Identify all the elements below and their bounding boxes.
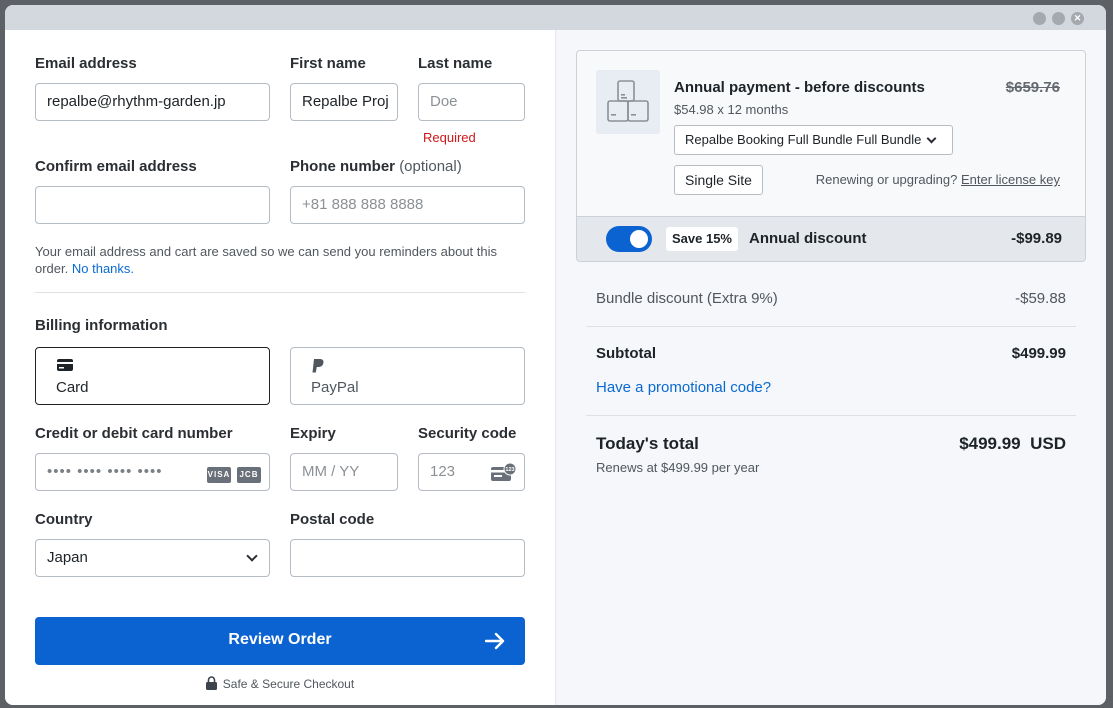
postal-code-label: Postal code: [290, 511, 375, 528]
total-amount-value: $499.99: [959, 434, 1021, 453]
annual-discount-row: Save 15% Annual discount -$99.89: [577, 216, 1085, 261]
phone-field[interactable]: +81 888 888 8888: [290, 186, 525, 224]
lock-icon: [205, 676, 217, 690]
secure-checkout-text: Safe & Secure Checkout: [222, 677, 355, 691]
visa-icon: VISA: [207, 467, 231, 483]
card-number-placeholder: •••• •••• •••• ••••: [47, 463, 163, 480]
original-price: $659.76: [1005, 79, 1060, 96]
email-field[interactable]: repalbe@rhythm-garden.jp: [35, 83, 270, 121]
total-amount: $499.99 USD: [959, 434, 1066, 454]
save-badge: Save 15%: [666, 227, 738, 251]
expiry-label: Expiry: [290, 425, 336, 442]
subtotal-amount: $499.99: [1011, 345, 1066, 362]
bundle-select[interactable]: Repalbe Booking Full Bundle Full Bundle: [674, 125, 953, 155]
svg-text:123: 123: [505, 467, 514, 473]
subtotal-label: Subtotal: [596, 345, 656, 362]
checkout-form: Email address repalbe@rhythm-garden.jp F…: [5, 30, 555, 705]
summary-divider: [586, 326, 1076, 327]
chevron-down-icon: [246, 550, 258, 562]
license-type-button[interactable]: Single Site: [674, 165, 763, 195]
bundle-select-value: Repalbe Booking Full Bundle Full Bundle: [685, 132, 922, 147]
no-thanks-link[interactable]: No thanks.: [72, 261, 134, 276]
paypal-icon: [312, 359, 324, 373]
order-summary: Annual payment - before discounts $659.7…: [555, 30, 1106, 705]
renew-text: Renewing or upgrading?: [815, 172, 958, 187]
phone-optional-text: (optional): [399, 158, 462, 175]
chevron-down-icon: [926, 133, 937, 144]
arrow-right-icon: [485, 632, 505, 650]
last-name-label: Last name: [418, 55, 493, 72]
credit-card-icon: [57, 359, 73, 371]
jcb-icon: JCB: [237, 467, 261, 483]
checkout-window: ✕ Email address repalbe@rhythm-garden.jp…: [5, 5, 1106, 705]
card-number-label: Credit or debit card number: [35, 425, 233, 442]
total-label: Today's total: [596, 434, 699, 453]
payment-method-card[interactable]: Card: [35, 347, 270, 405]
payment-method-card-label: Card: [56, 379, 89, 396]
billing-title: Billing information: [35, 317, 168, 334]
minimize-window-button[interactable]: [1033, 12, 1046, 25]
security-code-field[interactable]: 123 123: [418, 453, 525, 491]
maximize-window-button[interactable]: [1052, 12, 1065, 25]
close-window-button[interactable]: ✕: [1071, 12, 1084, 25]
toggle-knob: [630, 230, 648, 248]
annual-discount-toggle[interactable]: [606, 226, 652, 252]
country-label: Country: [35, 511, 93, 528]
annual-discount-label: Annual discount: [749, 230, 867, 247]
price-breakdown: $54.98 x 12 months: [674, 102, 789, 117]
annual-discount-amount: -$99.89: [1011, 230, 1062, 247]
cvc-card-icon: 123: [491, 463, 517, 481]
reminder-note: Your email address and cart are saved so…: [35, 243, 515, 277]
product-image: [596, 70, 660, 134]
bundle-discount-label: Bundle discount (Extra 9%): [596, 290, 778, 307]
product-card: Annual payment - before discounts $659.7…: [576, 50, 1086, 262]
phone-label-text: Phone number: [290, 158, 396, 175]
form-divider: [35, 292, 525, 293]
renew-info: Renewing or upgrading? Enter license key: [816, 172, 1060, 187]
promo-code-link[interactable]: Have a promotional code?: [596, 379, 771, 396]
currency-label: USD: [1030, 434, 1066, 453]
payment-method-paypal-label: PayPal: [311, 379, 359, 396]
security-code-placeholder: 123: [430, 463, 456, 480]
review-order-button[interactable]: Review Order: [35, 617, 525, 665]
country-select-value: Japan: [47, 549, 88, 566]
bundle-discount-amount: -$59.88: [1015, 290, 1066, 307]
email-label: Email address: [35, 55, 137, 72]
last-name-error: Required: [423, 130, 476, 145]
product-title: Annual payment - before discounts: [674, 79, 925, 96]
card-number-field[interactable]: •••• •••• •••• •••• VISA JCB: [35, 453, 270, 491]
review-order-label: Review Order: [228, 631, 332, 648]
secure-checkout: Safe & Secure Checkout: [5, 676, 555, 691]
summary-divider: [586, 415, 1076, 416]
close-icon: ✕: [1073, 13, 1082, 23]
postal-code-field[interactable]: [290, 539, 525, 577]
country-select[interactable]: Japan: [35, 539, 270, 577]
bundle-boxes-icon: [607, 80, 649, 122]
enter-license-key-link[interactable]: Enter license key: [961, 172, 1060, 187]
payment-method-paypal[interactable]: PayPal: [290, 347, 525, 405]
window-titlebar: ✕: [5, 5, 1106, 30]
phone-label: Phone number (optional): [290, 158, 462, 175]
confirm-email-label: Confirm email address: [35, 158, 197, 175]
security-code-label: Security code: [418, 425, 517, 442]
last-name-field[interactable]: Doe: [418, 83, 525, 121]
renews-text: Renews at $499.99 per year: [596, 460, 760, 475]
expiry-field[interactable]: MM / YY: [290, 453, 398, 491]
confirm-email-field[interactable]: [35, 186, 270, 224]
first-name-field[interactable]: Repalbe Proj: [290, 83, 398, 121]
first-name-label: First name: [290, 55, 366, 72]
